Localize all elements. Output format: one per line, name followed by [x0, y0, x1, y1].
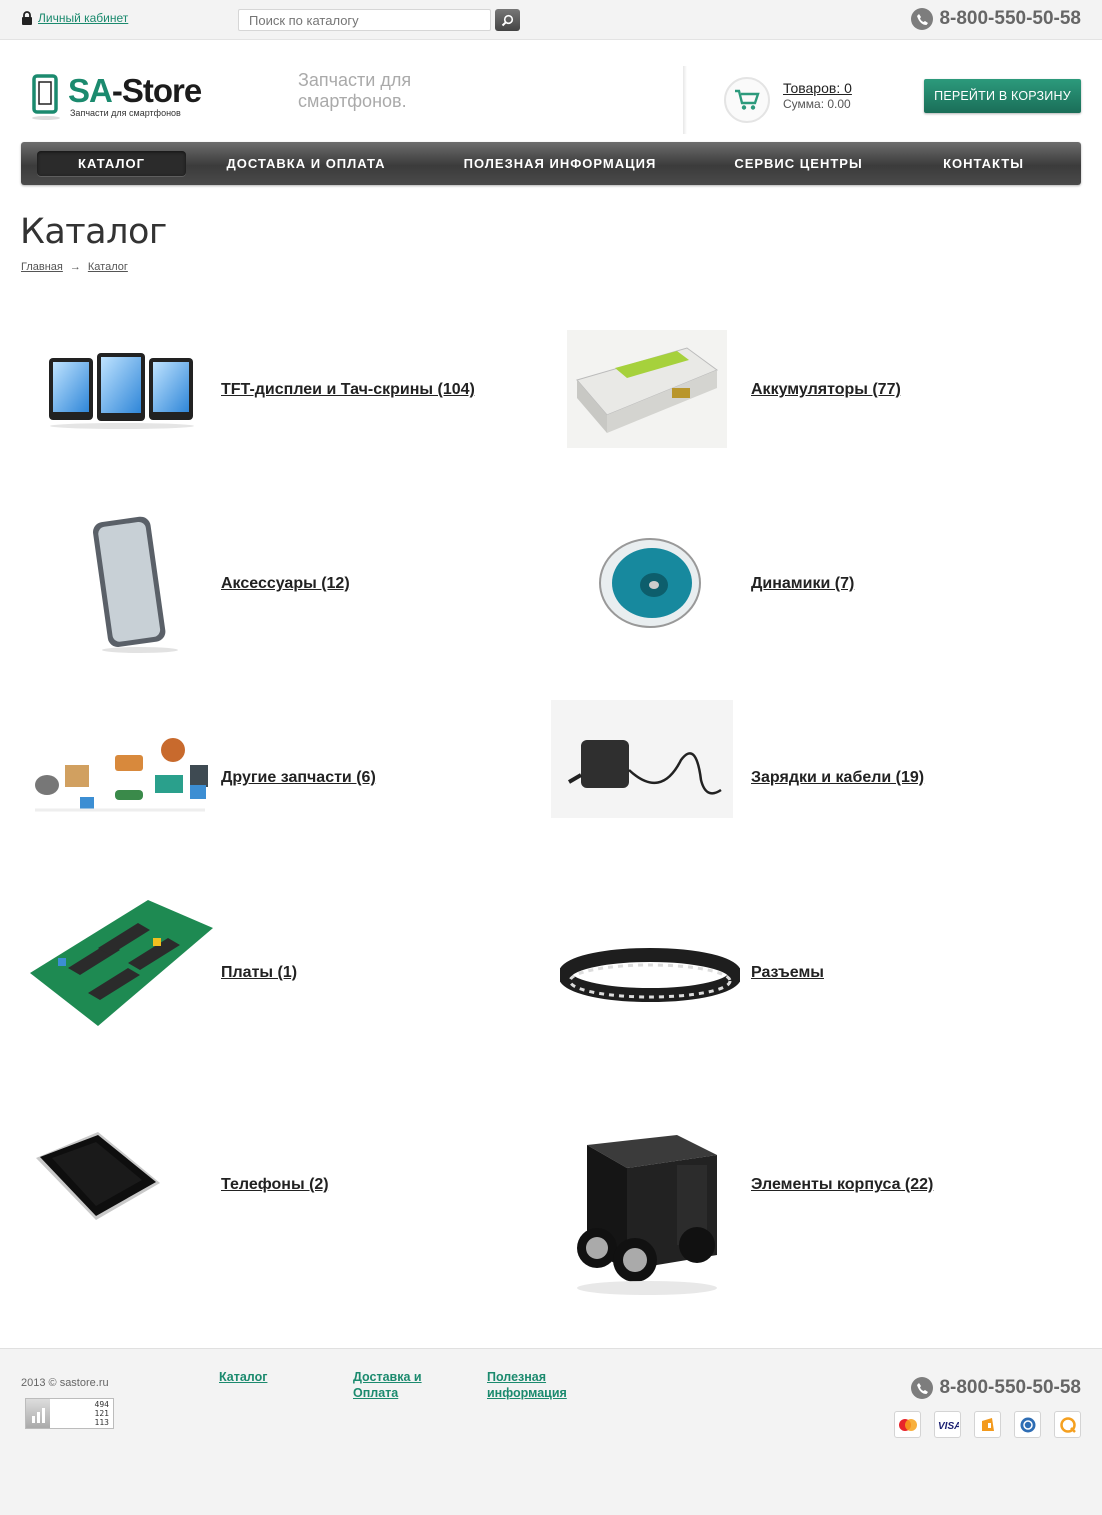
qiwi-icon	[1054, 1411, 1081, 1438]
category-link-boards[interactable]: Платы (1)	[221, 964, 297, 982]
copyright: 2013 © sastore.ru	[21, 1377, 109, 1389]
lock-icon	[22, 11, 32, 25]
nav-item-contacts[interactable]: КОНТАКТЫ	[931, 142, 1036, 185]
account-link[interactable]: Личный кабинет	[38, 11, 128, 25]
counter-logo-icon	[26, 1399, 50, 1428]
page-title: Каталог	[20, 212, 167, 252]
speaker-image[interactable]	[590, 525, 710, 640]
tagline: Запчасти для смартфонов.	[298, 70, 412, 111]
phone-case-image[interactable]	[80, 510, 190, 660]
header-divider	[683, 66, 687, 134]
footer-link-info-line1: Полезная	[487, 1370, 547, 1384]
footer-phone-number: 8-800-550-50-58	[939, 1377, 1081, 1398]
nav-item-delivery[interactable]: ДОСТАВКА И ОПЛАТА	[216, 142, 396, 185]
nav-item-service-centers[interactable]: СЕРВИС ЦЕНТРЫ	[726, 142, 871, 185]
header-phone: 8-800-550-50-58	[911, 8, 1081, 30]
category-link-connectors[interactable]: Разъемы	[751, 964, 824, 982]
webmoney-icon	[1014, 1411, 1041, 1438]
nav-item-catalog[interactable]: КАТАЛОГ	[37, 151, 186, 176]
phone-icon	[911, 1377, 934, 1399]
category-link-other-parts[interactable]: Другие запчасти (6)	[221, 769, 376, 787]
smartphone-image[interactable]	[32, 1128, 164, 1231]
smd-tape-image[interactable]	[558, 945, 742, 1010]
category-link-phones[interactable]: Телефоны (2)	[221, 1176, 329, 1194]
counter-visits: 121	[94, 1409, 109, 1418]
phone-logo-icon	[32, 74, 60, 120]
footer-link-catalog-label: Каталог	[219, 1370, 268, 1384]
breadcrumb-arrow: →	[69, 261, 81, 273]
breadcrumb: Главная → Каталог	[21, 261, 128, 273]
footer-link-delivery[interactable]: Доставка и Оплата	[353, 1369, 422, 1401]
category-link-accessories[interactable]: Аксессуары (12)	[221, 575, 350, 593]
components-image[interactable]	[25, 715, 215, 830]
footer-phone: 8-800-550-50-58	[911, 1377, 1081, 1399]
tablets-image[interactable]	[45, 350, 200, 435]
top-bar: Личный кабинет 8-800-550-50-58	[0, 0, 1102, 40]
visa-icon: VISA	[934, 1411, 961, 1438]
category-link-case-parts[interactable]: Элементы корпуса (22)	[751, 1176, 933, 1194]
cart-items-link[interactable]: Товаров: 0	[783, 80, 852, 96]
footer-link-info-line2: информация	[487, 1386, 567, 1400]
footer-link-catalog[interactable]: Каталог	[219, 1369, 267, 1385]
logo-prefix: SA	[68, 72, 113, 109]
account-link-group[interactable]: Личный кабинет	[21, 11, 128, 25]
go-to-cart-button[interactable]: ПЕРЕЙТИ В КОРЗИНУ	[924, 79, 1081, 113]
mastercard-icon	[894, 1411, 921, 1438]
nav-item-useful-info[interactable]: ПОЛЕЗНАЯ ИНФОРМАЦИЯ	[451, 142, 669, 185]
charger-image[interactable]	[551, 700, 733, 835]
phone-number: 8-800-550-50-58	[939, 8, 1081, 29]
search-button[interactable]	[495, 9, 520, 31]
search-icon	[501, 14, 514, 26]
cart-icon[interactable]	[724, 77, 770, 123]
logo-suffix: -Store	[111, 72, 202, 109]
category-link-speakers[interactable]: Динамики (7)	[751, 575, 854, 593]
cart-summary: Товаров: 0 Сумма: 0.00	[783, 80, 852, 111]
breadcrumb-home[interactable]: Главная	[21, 261, 63, 273]
cart-sum: Сумма: 0.00	[783, 97, 851, 111]
visit-counter[interactable]: 494 121 113	[25, 1398, 114, 1429]
battery-image[interactable]	[567, 330, 727, 453]
main-nav: КАТАЛОГ ДОСТАВКА И ОПЛАТА ПОЛЕЗНАЯ ИНФОР…	[21, 142, 1081, 185]
yandex-money-icon	[974, 1411, 1001, 1438]
footer-link-delivery-line1: Доставка и	[353, 1370, 422, 1384]
footer: 2013 © sastore.ru 494 121 113 Каталог До…	[0, 1348, 1102, 1515]
category-link-batteries[interactable]: Аккумуляторы (77)	[751, 381, 901, 399]
pc-case-image[interactable]	[567, 1130, 727, 1305]
category-link-chargers[interactable]: Зарядки и кабели (19)	[751, 769, 924, 787]
search-input[interactable]	[238, 9, 491, 31]
category-link-displays[interactable]: TFT-дисплеи и Тач-скрины (104)	[221, 381, 475, 399]
circuit-board-image[interactable]	[28, 898, 214, 1033]
breadcrumb-current[interactable]: Каталог	[88, 261, 128, 273]
site-logo[interactable]: SA-Store Запчасти для смартфонов	[30, 72, 205, 122]
counter-views: 494	[94, 1400, 109, 1409]
footer-link-useful-info[interactable]: Полезная информация	[487, 1369, 567, 1401]
payment-methods: VISA	[894, 1411, 1081, 1438]
logo-wordmark: SA-Store	[68, 72, 202, 110]
phone-icon	[911, 8, 934, 30]
counter-values: 494 121 113	[95, 1400, 109, 1427]
footer-link-delivery-line2: Оплата	[353, 1386, 399, 1400]
counter-visitors: 113	[94, 1418, 109, 1427]
svg-text:VISA: VISA	[938, 1421, 959, 1431]
logo-subtitle: Запчасти для смартфонов	[70, 108, 181, 118]
